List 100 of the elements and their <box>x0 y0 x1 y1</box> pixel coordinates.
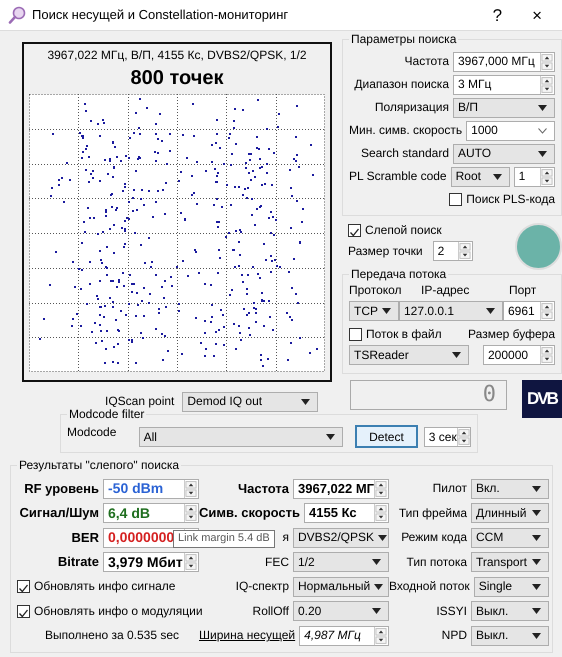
dropdown[interactable]: TSReader <box>349 345 469 366</box>
spin-field[interactable]: 1 <box>514 166 555 186</box>
caret-icon <box>538 104 547 110</box>
field-label: Входной поток <box>389 579 470 594</box>
dropdown[interactable]: AUTO <box>453 144 555 164</box>
dropdown[interactable]: Вкл. <box>471 478 549 499</box>
field-label: PL Scramble code <box>349 169 447 184</box>
checkbox[interactable]: Поиск PLS-кода <box>449 192 555 207</box>
spin-arrows-icon <box>458 242 471 260</box>
spin-field[interactable]: 3 сек <box>424 426 471 447</box>
carrier-width-link[interactable]: Ширина несущей <box>199 628 296 643</box>
field-label: FEC <box>265 554 289 570</box>
dropdown[interactable]: Single <box>474 576 549 597</box>
spin-arrows-icon <box>374 626 387 645</box>
spin-arrows-icon <box>540 52 553 70</box>
caret-icon <box>532 534 541 541</box>
field-label: Мин. симв. скорость <box>349 123 462 138</box>
spin-field[interactable]: 3,979 Мбит <box>103 552 199 572</box>
caret-icon <box>452 352 461 358</box>
spin-arrows-icon <box>184 504 197 522</box>
help-button[interactable]: ? <box>480 6 514 24</box>
spin-field[interactable]: 4155 Кс <box>304 503 389 524</box>
elapsed-time: Выполнено за 0.535 sec <box>45 628 180 643</box>
checkbox[interactable]: Слепой поиск <box>348 223 473 238</box>
spin-field[interactable]: 200000 <box>483 345 555 366</box>
caret-icon <box>538 150 547 156</box>
field-label: Частота <box>238 480 289 496</box>
signal-label: Bitrate <box>58 554 99 570</box>
dvb-logo: DVB <box>522 380 562 418</box>
close-button[interactable]: × <box>520 6 554 24</box>
spin-field[interactable]: 3967,022 МГ <box>293 478 389 499</box>
spin-field[interactable]: 3967,000 МГц <box>453 52 555 72</box>
caret-icon <box>372 608 381 614</box>
dropdown[interactable]: 1/2 <box>293 552 389 572</box>
dropdown[interactable]: Выкл. <box>471 601 549 622</box>
spin-arrows-icon <box>540 76 553 94</box>
caret-icon <box>538 128 547 134</box>
iqscan-label: IQScan point <box>105 394 174 409</box>
dropdown[interactable]: Выкл. <box>471 626 549 646</box>
window-title: Поиск несущей и Constellation-мониторинг <box>32 7 290 23</box>
dropdown[interactable]: TCP <box>349 301 399 321</box>
checkbox[interactable]: Поток в файл <box>349 327 442 342</box>
field-label: RollOff <box>252 604 289 618</box>
logo-picture <box>515 223 562 270</box>
field-label: Режим кода <box>401 530 467 545</box>
dropdown[interactable]: Нормальный <box>293 576 389 597</box>
spin-field[interactable]: 2 <box>432 241 473 262</box>
tooltip: Link margin 5.4 dB <box>173 530 275 548</box>
dropdown[interactable]: Длинный <box>471 503 549 524</box>
field-label: Тип фрейма <box>398 506 467 520</box>
caret-icon <box>492 174 502 180</box>
spin-field[interactable]: 4,987 МГц <box>299 626 389 646</box>
spin-arrows-icon <box>540 346 553 364</box>
modcode-label: Modcode <box>67 425 118 440</box>
field-label: Search standard <box>360 146 449 161</box>
field-label: ISSYI <box>436 604 467 618</box>
detect-button[interactable]: Detect <box>355 425 418 448</box>
spin-arrows-icon <box>184 480 197 498</box>
caret-icon <box>532 632 541 639</box>
point-count: 800 точек <box>130 66 224 90</box>
buffer-label: Размер буфера <box>468 327 555 342</box>
field-label: Пилот <box>432 481 467 496</box>
dropdown[interactable]: CCM <box>471 528 549 548</box>
spin-field[interactable]: 3 МГц <box>453 74 555 94</box>
dropdown[interactable]: All <box>138 426 344 447</box>
caret-icon <box>372 559 381 566</box>
dropdown[interactable]: Demod IQ out <box>182 392 318 412</box>
checkbox[interactable]: Обновлять инфо о модуляции <box>17 604 203 618</box>
field-label: Частота <box>404 54 449 69</box>
dropdown[interactable]: Root <box>450 166 510 186</box>
caret-icon <box>532 486 541 492</box>
spin-arrows-icon <box>540 302 553 320</box>
dropdown[interactable]: 0.20 <box>293 601 389 622</box>
checkmark-icon <box>349 227 360 238</box>
column-label: IP-адрес <box>420 283 470 299</box>
counter-display: 0 <box>350 380 507 410</box>
caret-icon <box>378 534 388 541</box>
checkbox[interactable]: Обновлять инфо сигнале <box>17 579 176 594</box>
spin-field[interactable]: -50 dBm <box>103 478 199 499</box>
checkmark-icon <box>18 583 29 594</box>
spin-field[interactable]: 6,4 dB <box>103 503 199 524</box>
caret-icon <box>374 584 384 590</box>
group-title: Параметры поиска <box>349 32 458 46</box>
caret-icon <box>382 308 391 314</box>
caret-icon <box>301 398 310 404</box>
caret-icon <box>532 608 541 614</box>
dropdown[interactable]: 1000 <box>466 120 555 140</box>
caret-icon <box>532 584 541 590</box>
dropdown[interactable]: 127.0.0.1 <box>399 301 503 321</box>
dropdown[interactable]: В/П <box>453 98 555 118</box>
field-label: NPD <box>442 628 467 643</box>
caret-icon <box>532 510 541 516</box>
dropdown[interactable]: DVBS2/QPSK <box>293 528 389 548</box>
magnifier-icon <box>8 6 26 24</box>
signal-label: RF уровень <box>24 480 99 496</box>
caret-icon <box>326 434 336 440</box>
dropdown[interactable]: Transport <box>471 552 549 572</box>
spin-field[interactable]: 6961 <box>503 301 555 321</box>
spin-arrows-icon <box>540 168 553 186</box>
field-label: IQ-спектр <box>236 579 289 594</box>
